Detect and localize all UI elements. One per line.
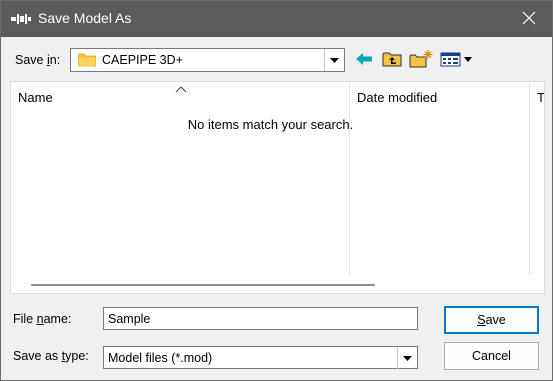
column-header-date-modified[interactable]: Date modified — [357, 90, 437, 105]
save-in-label: Save in: — [15, 53, 61, 67]
up-folder-icon — [382, 51, 402, 70]
column-divider[interactable] — [349, 82, 350, 275]
sort-ascending-icon — [175, 82, 187, 93]
save-in-value: CAEPIPE 3D+ — [102, 53, 183, 67]
save-model-dialog: Save Model As Save in: CAEPIPE 3D+ Name … — [0, 0, 553, 381]
app-icon — [11, 12, 31, 26]
back-icon — [356, 52, 372, 68]
column-header-name[interactable]: Name — [18, 90, 53, 105]
file-name-label: File name: — [13, 312, 72, 326]
chevron-down-icon[interactable] — [324, 49, 344, 71]
new-folder-button[interactable] — [408, 49, 434, 71]
view-menu-icon — [440, 51, 474, 70]
close-icon — [522, 11, 536, 28]
file-list[interactable]: Name Date modified T No items match your… — [10, 81, 545, 294]
title-bar[interactable]: Save Model As — [1, 1, 552, 37]
save-as-type-value: Model files (*.mod) — [108, 351, 213, 365]
up-folder-button[interactable] — [380, 50, 404, 70]
folder-icon — [77, 53, 97, 67]
column-divider[interactable] — [529, 82, 530, 275]
save-button[interactable]: Save — [444, 306, 539, 334]
window-title: Save Model As — [38, 10, 132, 26]
save-in-combobox[interactable]: CAEPIPE 3D+ — [70, 48, 345, 72]
view-menu-button[interactable] — [439, 50, 475, 70]
back-button[interactable] — [353, 50, 375, 70]
chevron-down-icon[interactable] — [397, 347, 417, 369]
column-header-type[interactable]: T — [537, 90, 544, 105]
save-as-type-label: Save as type: — [13, 349, 89, 363]
close-button[interactable] — [506, 1, 552, 37]
save-as-type-select[interactable]: Model files (*.mod) — [103, 346, 418, 369]
cancel-button[interactable]: Cancel — [444, 342, 539, 370]
new-folder-icon — [409, 49, 433, 71]
scrollbar-thumb[interactable] — [31, 284, 375, 286]
empty-message: No items match your search. — [187, 117, 354, 132]
horizontal-scrollbar[interactable] — [11, 275, 544, 293]
file-name-input[interactable] — [103, 307, 418, 330]
